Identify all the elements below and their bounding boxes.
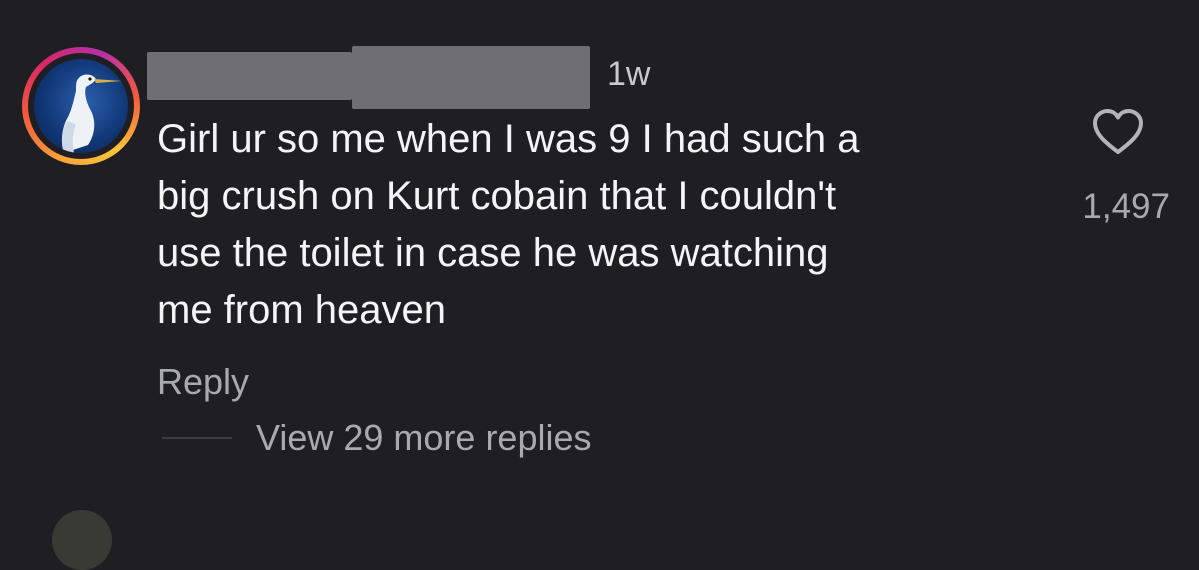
reply-button[interactable]: Reply [157,359,249,405]
next-comment-avatar[interactable] [52,510,112,570]
avatar[interactable] [34,59,128,153]
heart-outline-icon[interactable] [1092,108,1144,156]
username-redaction [147,52,352,100]
comment: 1w Girl ur so me when I was 9 I had such… [0,0,1199,570]
comment-text: Girl ur so me when I was 9 I had such a … [157,117,860,332]
story-ring[interactable] [22,47,140,165]
username-redaction [352,46,590,109]
comment-timestamp: 1w [607,55,651,93]
egret-avatar-icon [61,74,122,153]
view-replies-button[interactable]: View 29 more replies [256,415,592,461]
like-count: 1,497 [1082,187,1170,226]
replies-divider [162,437,232,439]
